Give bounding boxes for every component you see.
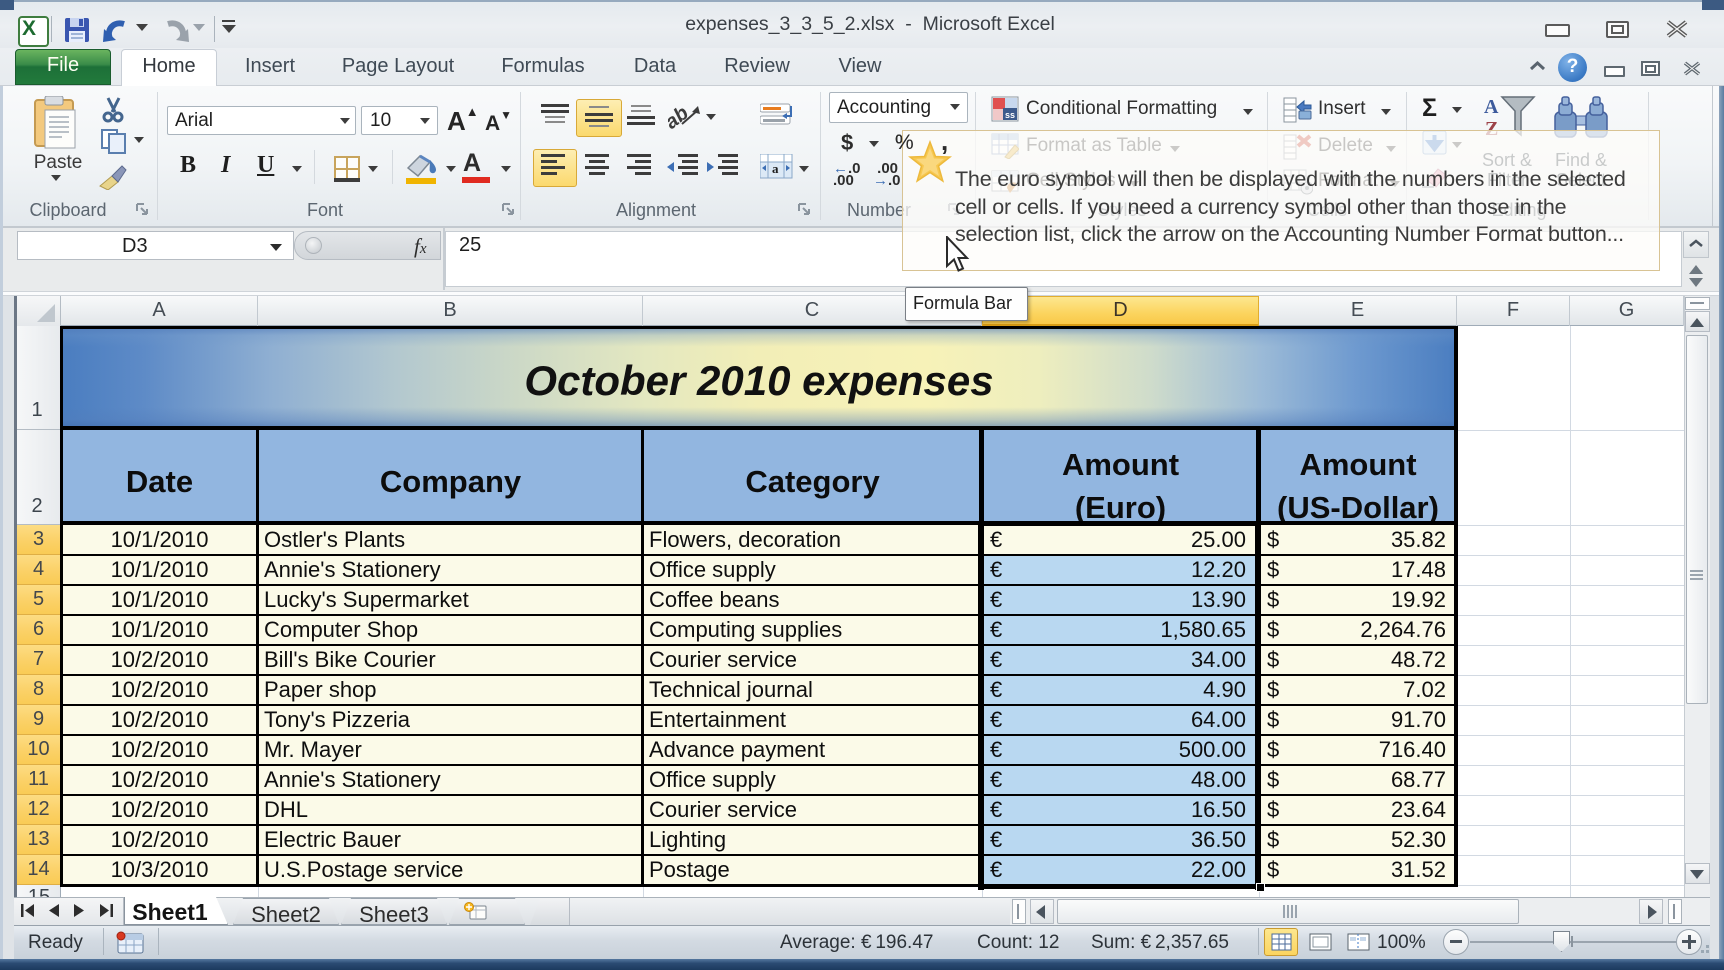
svg-text:ss: ss [1005,110,1015,120]
svg-text:A: A [1484,96,1499,118]
svg-text:a: a [772,161,779,176]
